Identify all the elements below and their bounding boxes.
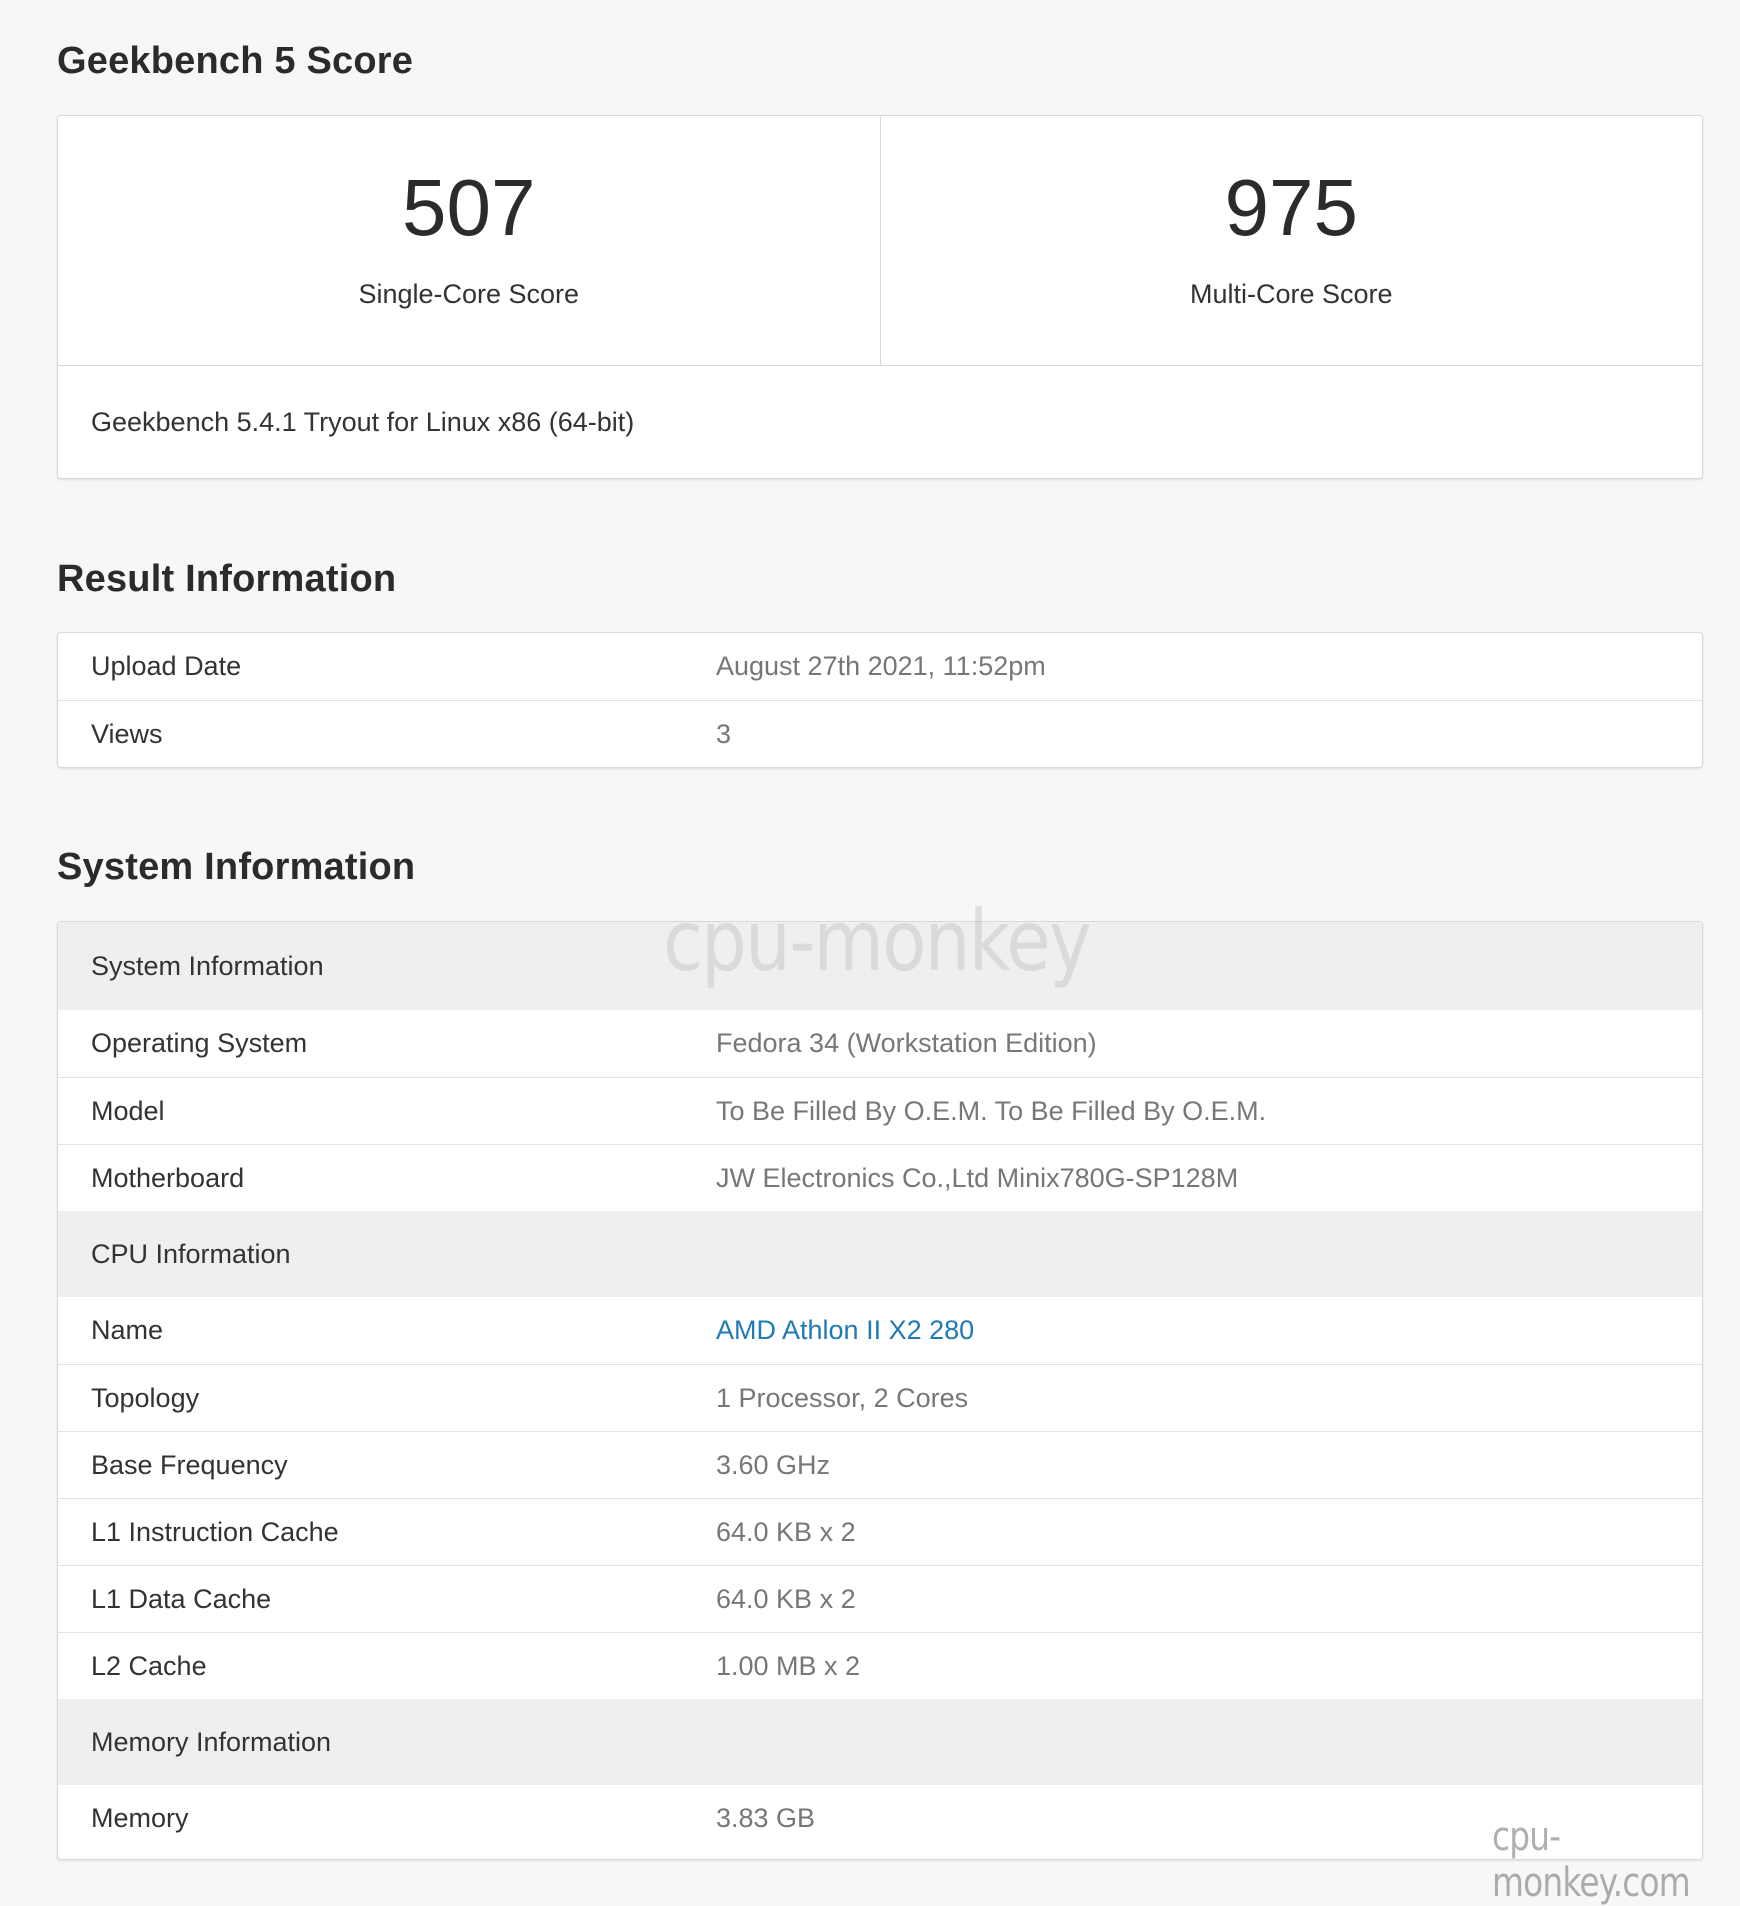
row-label: Name xyxy=(91,1315,164,1345)
row-value: August 27th 2021, 11:52pm xyxy=(716,651,1046,681)
row-label: L1 Instruction Cache xyxy=(91,1516,339,1547)
row-label: Operating System xyxy=(91,1028,308,1058)
row-label: Memory xyxy=(91,1803,189,1833)
table-row-l2-cache: L2 Cache 1.00 MB x 2 xyxy=(58,1632,1702,1699)
row-value: 1 Processor, 2 Cores xyxy=(716,1382,969,1413)
table-row-l1-instruction-cache: L1 Instruction Cache 64.0 KB x 2 xyxy=(58,1498,1702,1565)
group-header-system: System Information xyxy=(58,922,1702,1010)
table-row-topology: Topology 1 Processor, 2 Cores xyxy=(58,1364,1702,1431)
multi-core-score-label: Multi-Core Score xyxy=(1189,279,1393,309)
score-card: 507 Single-Core Score 975 Multi-Core Sco… xyxy=(57,115,1703,479)
row-label: Motherboard xyxy=(91,1162,245,1193)
geekbench-version: Geekbench 5.4.1 Tryout for Linux x86 (64… xyxy=(91,407,635,437)
score-row: 507 Single-Core Score 975 Multi-Core Sco… xyxy=(58,116,1702,366)
row-value: 3 xyxy=(716,718,732,749)
score-section-title: Geekbench 5 Score xyxy=(57,40,414,82)
multi-core-score-cell: 975 Multi-Core Score xyxy=(879,116,1703,365)
table-row-l1-data-cache: L1 Data Cache 64.0 KB x 2 xyxy=(58,1565,1702,1632)
row-label: Topology xyxy=(91,1382,200,1413)
system-section-title: System Information xyxy=(57,846,416,888)
row-value: To Be Filled By O.E.M. To Be Filled By O… xyxy=(716,1095,1267,1126)
row-label: Upload Date xyxy=(91,651,242,681)
row-value: 1.00 MB x 2 xyxy=(716,1650,861,1681)
table-row-base-frequency: Base Frequency 3.60 GHz xyxy=(58,1431,1702,1498)
table-row-motherboard: Motherboard JW Electronics Co.,Ltd Minix… xyxy=(58,1144,1702,1211)
single-core-score-label: Single-Core Score xyxy=(358,279,580,309)
group-header-memory: Memory Information xyxy=(58,1699,1702,1785)
single-core-score-value: 507 xyxy=(402,163,536,252)
table-row-model: Model To Be Filled By O.E.M. To Be Fille… xyxy=(58,1077,1702,1144)
cpu-name-link[interactable]: AMD Athlon II X2 280 xyxy=(716,1315,974,1346)
row-value: 64.0 KB x 2 xyxy=(716,1583,856,1614)
result-info-table: Upload Date August 27th 2021, 11:52pm Vi… xyxy=(57,632,1703,768)
table-row-upload-date: Upload Date August 27th 2021, 11:52pm xyxy=(58,633,1702,700)
multi-core-score-value: 975 xyxy=(1224,163,1358,252)
group-header-cpu: CPU Information xyxy=(58,1211,1702,1297)
row-value: 3.60 GHz xyxy=(716,1449,831,1480)
row-label: Base Frequency xyxy=(91,1449,288,1480)
single-core-score-cell: 507 Single-Core Score xyxy=(58,116,880,365)
table-row-views: Views 3 xyxy=(58,700,1702,767)
table-row-cpu-name: Name AMD Athlon II X2 280 xyxy=(58,1297,1702,1364)
row-value: Fedora 34 (Workstation Edition) xyxy=(716,1028,1097,1058)
row-value: JW Electronics Co.,Ltd Minix780G-SP128M xyxy=(716,1162,1239,1193)
row-label: L1 Data Cache xyxy=(91,1583,272,1614)
row-label: L2 Cache xyxy=(91,1650,207,1681)
row-label: Model xyxy=(91,1095,165,1126)
table-row-operating-system: Operating System Fedora 34 (Workstation … xyxy=(58,1010,1702,1077)
system-info-table: System Information Operating System Fedo… xyxy=(57,921,1703,1860)
row-value: 64.0 KB x 2 xyxy=(716,1516,856,1547)
row-value: 3.83 GB xyxy=(716,1803,816,1833)
result-section-title: Result Information xyxy=(57,558,397,600)
table-row-memory: Memory 3.83 GB xyxy=(58,1785,1702,1852)
row-label: Views xyxy=(91,718,163,749)
